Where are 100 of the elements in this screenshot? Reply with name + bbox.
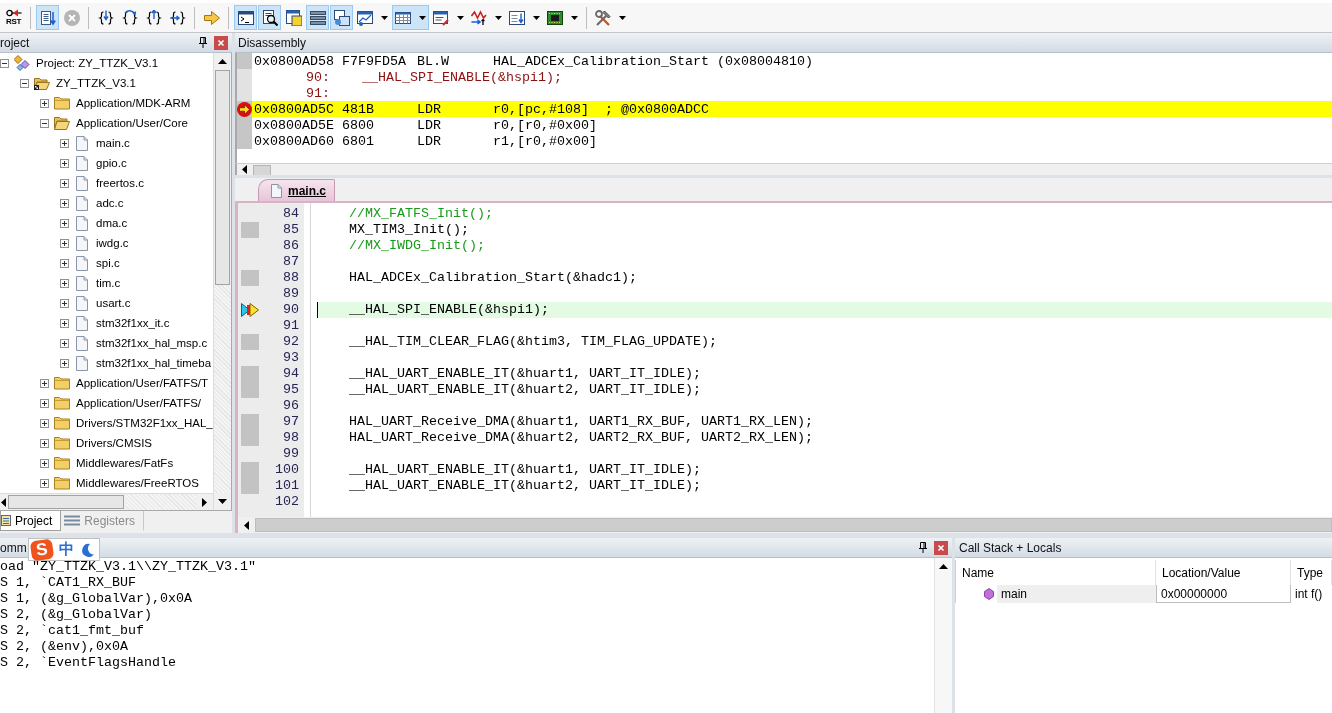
tree-item[interactable]: ZY_TTZK_V3.1 [56,77,136,89]
tree-item[interactable]: usart.c [96,297,131,309]
braces-arrow-icon [145,9,162,26]
panel-tab[interactable]: Project [0,511,62,531]
pin-icon[interactable] [199,37,207,48]
plus-box-icon[interactable] [40,398,49,408]
tree-item[interactable]: Middlewares/FreeRTOS [76,477,199,489]
open-folder-icon [34,76,50,90]
plus-box-icon[interactable] [60,338,69,348]
tree-item[interactable]: Application/User/FATFS/ [76,397,202,409]
list-icon [309,9,326,26]
plus-box-icon[interactable] [40,378,49,388]
plus-box-icon[interactable] [60,238,69,248]
plus-box-icon[interactable] [60,278,69,288]
address: 0x0800AD58 [254,53,335,69]
braces-arrow-icon [169,9,186,26]
tree-item[interactable]: gpio.c [96,157,127,169]
memory-windows-button[interactable] [392,5,429,30]
tree-item[interactable]: stm32f1xx_hal_msp.c [96,337,208,349]
arrow-right-icon[interactable] [202,497,207,507]
plus-box-icon[interactable] [60,138,69,148]
plus-box-icon[interactable] [40,438,49,448]
operands: r1,[r0,#0x00] [493,133,597,149]
registers-window-button[interactable] [306,5,329,30]
tree-item[interactable]: Application/User/Core [76,117,188,129]
folder-icon [54,456,70,470]
file-tab[interactable]: main.c [258,179,335,201]
tree-item[interactable]: Drivers/STM32F1xx_HAL_ [76,417,213,429]
minus-box-icon[interactable] [20,78,29,88]
tree-item[interactable]: dma.c [96,217,128,229]
arrow-left-icon[interactable] [244,520,249,530]
plus-box-icon[interactable] [60,178,69,188]
plus-box-icon[interactable] [60,358,69,368]
arrow-left-icon[interactable] [241,165,247,174]
folder-icon [54,396,70,410]
tree-item[interactable]: spi.c [96,257,120,269]
plus-box-icon[interactable] [60,198,69,208]
close-icon[interactable] [934,540,948,555]
file-icon [76,275,88,291]
moon-icon[interactable] [80,542,94,557]
tree-item[interactable]: adc.c [96,197,124,209]
call-stack-window-button[interactable] [330,5,353,30]
plus-box-icon[interactable] [60,258,69,268]
code-line: __HAL_SPI_ENABLE(&hspi1); [349,302,549,317]
disassembly-window-button[interactable] [258,5,281,30]
tree-item[interactable]: iwdg.c [96,237,129,249]
tree-item[interactable]: stm32f1xx_it.c [96,317,170,329]
plus-box-icon[interactable] [40,418,49,428]
scrollbar-thumb[interactable] [215,70,230,285]
code-line: __HAL_UART_ENABLE_IT(&huart2, UART_IT_IDLE); [349,382,701,397]
tree-item[interactable]: main.c [96,137,130,149]
arrow-up-icon[interactable] [218,59,227,64]
code-line: HAL_UART_Receive_DMA(&huart1, UART1_RX_BUF, UART1_RX_LEN); [349,414,813,429]
caret-down-icon [457,15,464,20]
tree-item[interactable]: Application/User/FATFS/T [76,377,209,389]
tree-item[interactable]: freertos.c [96,177,144,189]
file-icon [76,355,88,371]
plus-box-icon[interactable] [40,458,49,468]
plus-box-icon[interactable] [60,298,69,308]
minus-box-icon[interactable] [0,58,9,68]
input-mode-toggle[interactable]: 中 [59,540,74,559]
arrow-left-icon[interactable] [0,497,6,507]
scrollbar-thumb[interactable] [8,495,124,509]
tree-item[interactable]: stm32f1xx_hal_timeba [96,357,212,369]
close-icon[interactable] [214,35,228,50]
line-number: 89 [282,286,299,302]
code-line: HAL_UART_Receive_DMA(&huart2, UART2_RX_BUF, UART2_RX_LEN); [349,430,813,445]
arrow-down-icon[interactable] [218,499,227,504]
horizontal-scrollbar[interactable] [235,163,1332,175]
gutter-cell [237,69,252,85]
minus-box-icon[interactable] [40,118,49,128]
horizontal-scrollbar[interactable] [0,493,213,510]
table-cell: 0x00000000 [1156,585,1291,603]
line-number: 94 [282,366,299,382]
tree-item[interactable]: Drivers/CMSIS [76,437,153,449]
arrow-up-icon[interactable] [939,564,948,569]
plus-box-icon[interactable] [60,318,69,328]
tree-item[interactable]: Middlewares/FatFs [76,457,174,469]
ime-logo[interactable]: S [29,538,55,561]
tree-item[interactable]: Project: ZY_TTZK_V3.1 [36,57,159,69]
reset-button[interactable]: RST [2,5,25,30]
scrollbar-thumb[interactable] [253,165,271,175]
output-line: oad "ZY_TTZK_V3.1\\ZY_TTZK_V3.1" [0,559,257,575]
chip-icon [547,9,563,26]
vertical-scrollbar[interactable] [213,53,231,510]
plus-box-icon[interactable] [60,218,69,228]
file-icon [76,215,88,231]
command-window-button[interactable] [234,5,257,30]
line-number: 97 [282,414,299,430]
line-number: 100 [274,462,299,478]
vertical-scrollbar[interactable] [934,558,952,713]
plus-box-icon[interactable] [40,478,49,488]
line-number: 90 [282,302,299,318]
pin-icon[interactable] [919,542,927,553]
run-button[interactable] [36,5,59,30]
tree-item[interactable]: tim.c [96,277,121,289]
address: 0x0800AD60 [254,133,335,149]
tree-item[interactable]: Application/MDK-ARM [76,97,191,109]
plus-box-icon[interactable] [60,158,69,168]
plus-box-icon[interactable] [40,98,49,108]
